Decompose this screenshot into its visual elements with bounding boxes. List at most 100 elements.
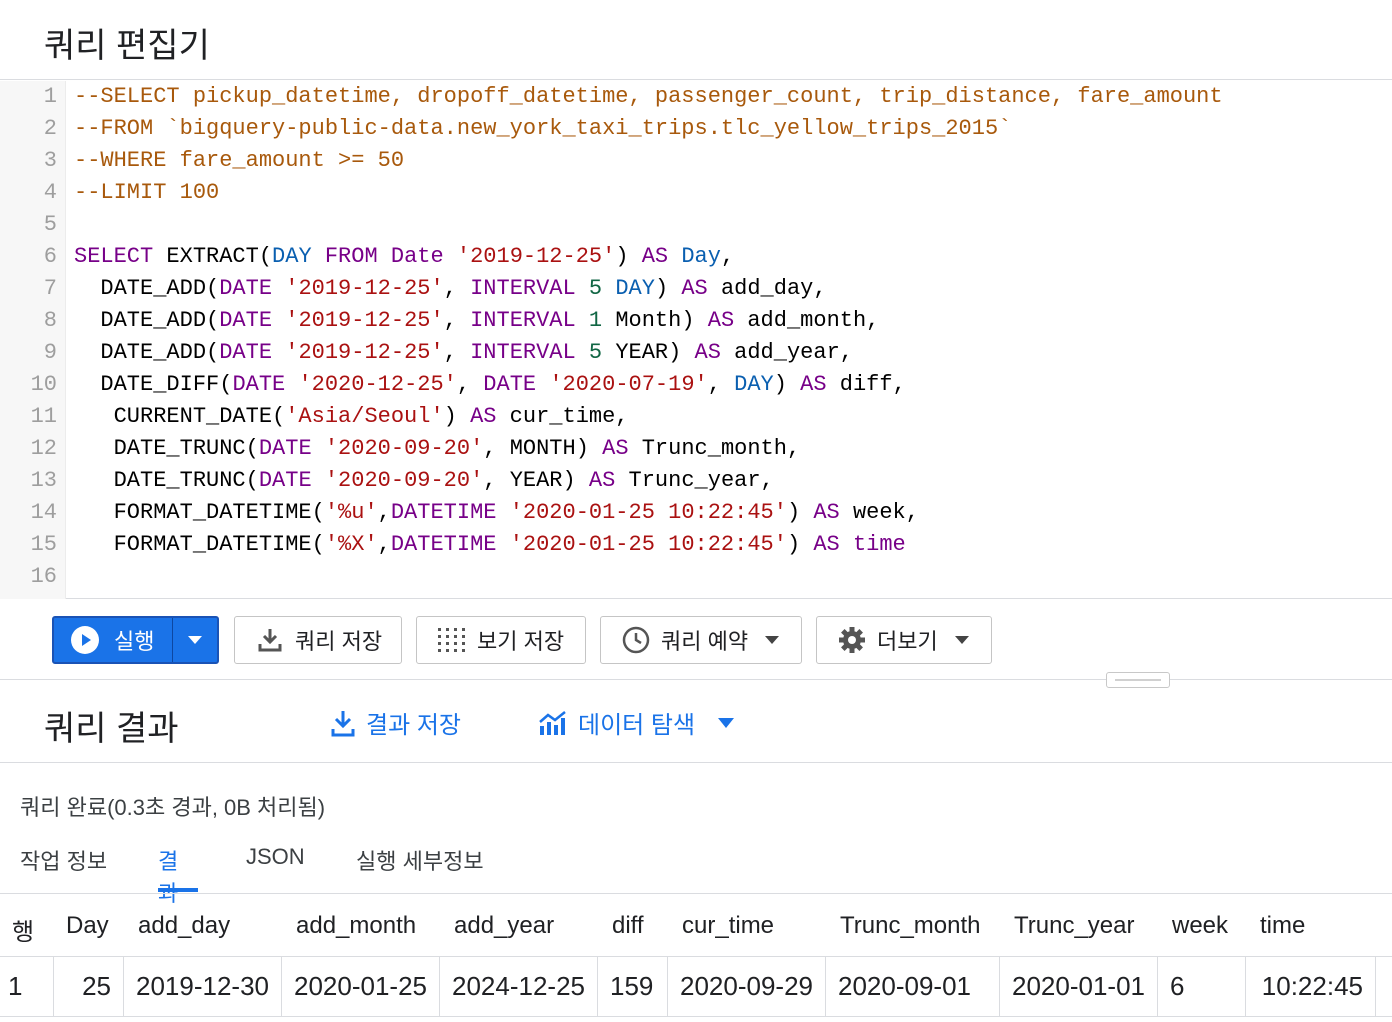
- save-view-button[interactable]: 보기 저장: [416, 616, 586, 664]
- table-cell: 10:22:45: [1246, 957, 1376, 1017]
- tab-execution-details[interactable]: 실행 세부정보: [356, 844, 484, 892]
- table-cell: 2024-12-25: [440, 957, 598, 1017]
- code-line[interactable]: 12 DATE_TRUNC(DATE '2020-09-20', MONTH) …: [0, 433, 1392, 465]
- run-button-group: 실행: [52, 616, 219, 664]
- code-token: ,: [443, 340, 471, 365]
- line-number: 1: [43, 84, 57, 109]
- line-number: 14: [30, 500, 57, 525]
- code-line[interactable]: 3 --WHERE fare_amount >= 50: [0, 145, 1392, 177]
- schedule-label: 쿼리 예약: [661, 629, 749, 654]
- line-number: 7: [43, 276, 57, 301]
- line-code: SELECT EXTRACT(DAY FROM Date '2019-12-25…: [74, 241, 734, 273]
- code-token: Trunc_month,: [628, 436, 801, 461]
- explore-data-button[interactable]: 데이터 탐색: [538, 705, 745, 740]
- code-token: AS: [641, 244, 669, 269]
- code-token: '2019-12-25': [285, 340, 444, 365]
- code-line[interactable]: 10 DATE_DIFF(DATE '2020-12-25', DATE '20…: [0, 369, 1392, 401]
- line-number: 11: [30, 404, 57, 429]
- code-token: , MONTH): [483, 436, 603, 461]
- line-number: 13: [30, 468, 57, 493]
- code-token: --FROM `bigquery-public-data.new_york_ta…: [74, 116, 1012, 141]
- code-line[interactable]: 6 SELECT EXTRACT(DAY FROM Date '2019-12-2…: [0, 241, 1392, 273]
- code-token: diff,: [826, 372, 906, 397]
- code-line[interactable]: 16: [0, 561, 1392, 593]
- line-code: --FROM `bigquery-public-data.new_york_ta…: [74, 113, 1011, 145]
- code-token: DATE: [258, 468, 312, 493]
- table-cell: 6: [1158, 957, 1246, 1017]
- code-token: '%u': [324, 500, 378, 525]
- code-line[interactable]: 1 --SELECT pickup_datetime, dropoff_datet…: [0, 81, 1392, 113]
- editor-title: 쿼리 편집기: [44, 27, 210, 65]
- code-line[interactable]: 15 FORMAT_DATETIME('%X',DATETIME '2020-0…: [0, 529, 1392, 561]
- more-button[interactable]: 더보기: [816, 616, 992, 664]
- code-token: '2020-01-25 10:22:45': [509, 532, 787, 557]
- code-token: '2019-12-25': [285, 308, 444, 333]
- code-line[interactable]: 2 --FROM `bigquery-public-data.new_york_t…: [0, 113, 1392, 145]
- save-results-button[interactable]: 결과 저장: [330, 705, 461, 740]
- line-number: 5: [43, 212, 57, 237]
- code-editor[interactable]: 1 --SELECT pickup_datetime, dropoff_datet…: [0, 81, 1392, 599]
- play-icon: [70, 625, 100, 655]
- results-header: 쿼리 결과 결과 저장 데이터 탐색: [0, 681, 1392, 763]
- line-code: DATE_ADD(DATE '2019-12-25', INTERVAL 5 Y…: [74, 337, 853, 369]
- code-token: INTERVAL: [470, 340, 576, 365]
- code-line[interactable]: 14 FORMAT_DATETIME('%u',DATETIME '2020-0…: [0, 497, 1392, 529]
- column-header: Trunc_year: [1014, 912, 1135, 939]
- column-header: week: [1172, 912, 1229, 939]
- code-token: DATE_DIFF(: [74, 372, 233, 397]
- run-options-dropdown[interactable]: [173, 618, 217, 662]
- code-token: ): [654, 276, 682, 301]
- code-line[interactable]: 5: [0, 209, 1392, 241]
- code-line[interactable]: 13 DATE_TRUNC(DATE '2020-09-20', YEAR) A…: [0, 465, 1392, 497]
- code-line[interactable]: 7 DATE_ADD(DATE '2019-12-25', INTERVAL 5…: [0, 273, 1392, 305]
- caret-down-icon: [187, 635, 203, 645]
- clock-icon: [621, 625, 651, 655]
- code-token: add_day,: [707, 276, 827, 301]
- code-line[interactable]: 4 --LIMIT 100: [0, 177, 1392, 209]
- column-header: diff: [612, 912, 644, 939]
- code-line[interactable]: 11 CURRENT_DATE('Asia/Seoul') AS cur_tim…: [0, 401, 1392, 433]
- code-token: FROM: [324, 244, 378, 269]
- code-token: YEAR): [602, 340, 695, 365]
- code-line[interactable]: 8 DATE_ADD(DATE '2019-12-25', INTERVAL 1…: [0, 305, 1392, 337]
- line-code: --LIMIT 100: [74, 177, 219, 209]
- code-token: AS: [681, 276, 708, 301]
- line-code: DATE_TRUNC(DATE '2020-09-20', MONTH) AS …: [74, 433, 801, 465]
- run-button[interactable]: 실행: [54, 618, 173, 662]
- code-token: DATETIME: [390, 532, 497, 557]
- code-token: AS: [602, 436, 629, 461]
- table-cell: 2019-12-30: [124, 957, 282, 1017]
- table-cell: 1: [0, 957, 54, 1017]
- tab-json[interactable]: JSON: [246, 844, 305, 892]
- tab-job-info[interactable]: 작업 정보: [20, 844, 107, 892]
- code-token: time: [852, 532, 906, 557]
- explore-data-label: 데이터 탐색: [578, 712, 696, 739]
- code-token: DATE_TRUNC(: [74, 436, 259, 461]
- code-token: 5: [588, 340, 603, 365]
- code-token: FORMAT_DATETIME(: [74, 532, 325, 557]
- code-token: --LIMIT 100: [74, 180, 220, 205]
- schedule-query-button[interactable]: 쿼리 예약: [600, 616, 802, 664]
- line-number: 15: [30, 532, 57, 557]
- save-query-button[interactable]: 쿼리 저장: [234, 616, 402, 664]
- code-token: ,: [377, 500, 391, 525]
- code-token: ,: [443, 276, 471, 301]
- code-token: DAY: [272, 244, 312, 269]
- line-number: 3: [43, 148, 57, 173]
- tab-results[interactable]: 결과: [158, 844, 198, 906]
- code-token: Month): [602, 308, 708, 333]
- code-token: DATE_ADD(: [74, 276, 220, 301]
- code-token: , YEAR): [483, 468, 589, 493]
- line-code: --WHERE fare_amount >= 50: [74, 145, 404, 177]
- code-token: ): [615, 244, 642, 269]
- code-line[interactable]: 9 DATE_ADD(DATE '2019-12-25', INTERVAL 5…: [0, 337, 1392, 369]
- results-tabs: 작업 정보 결과 JSON 실행 세부정보: [0, 830, 1392, 906]
